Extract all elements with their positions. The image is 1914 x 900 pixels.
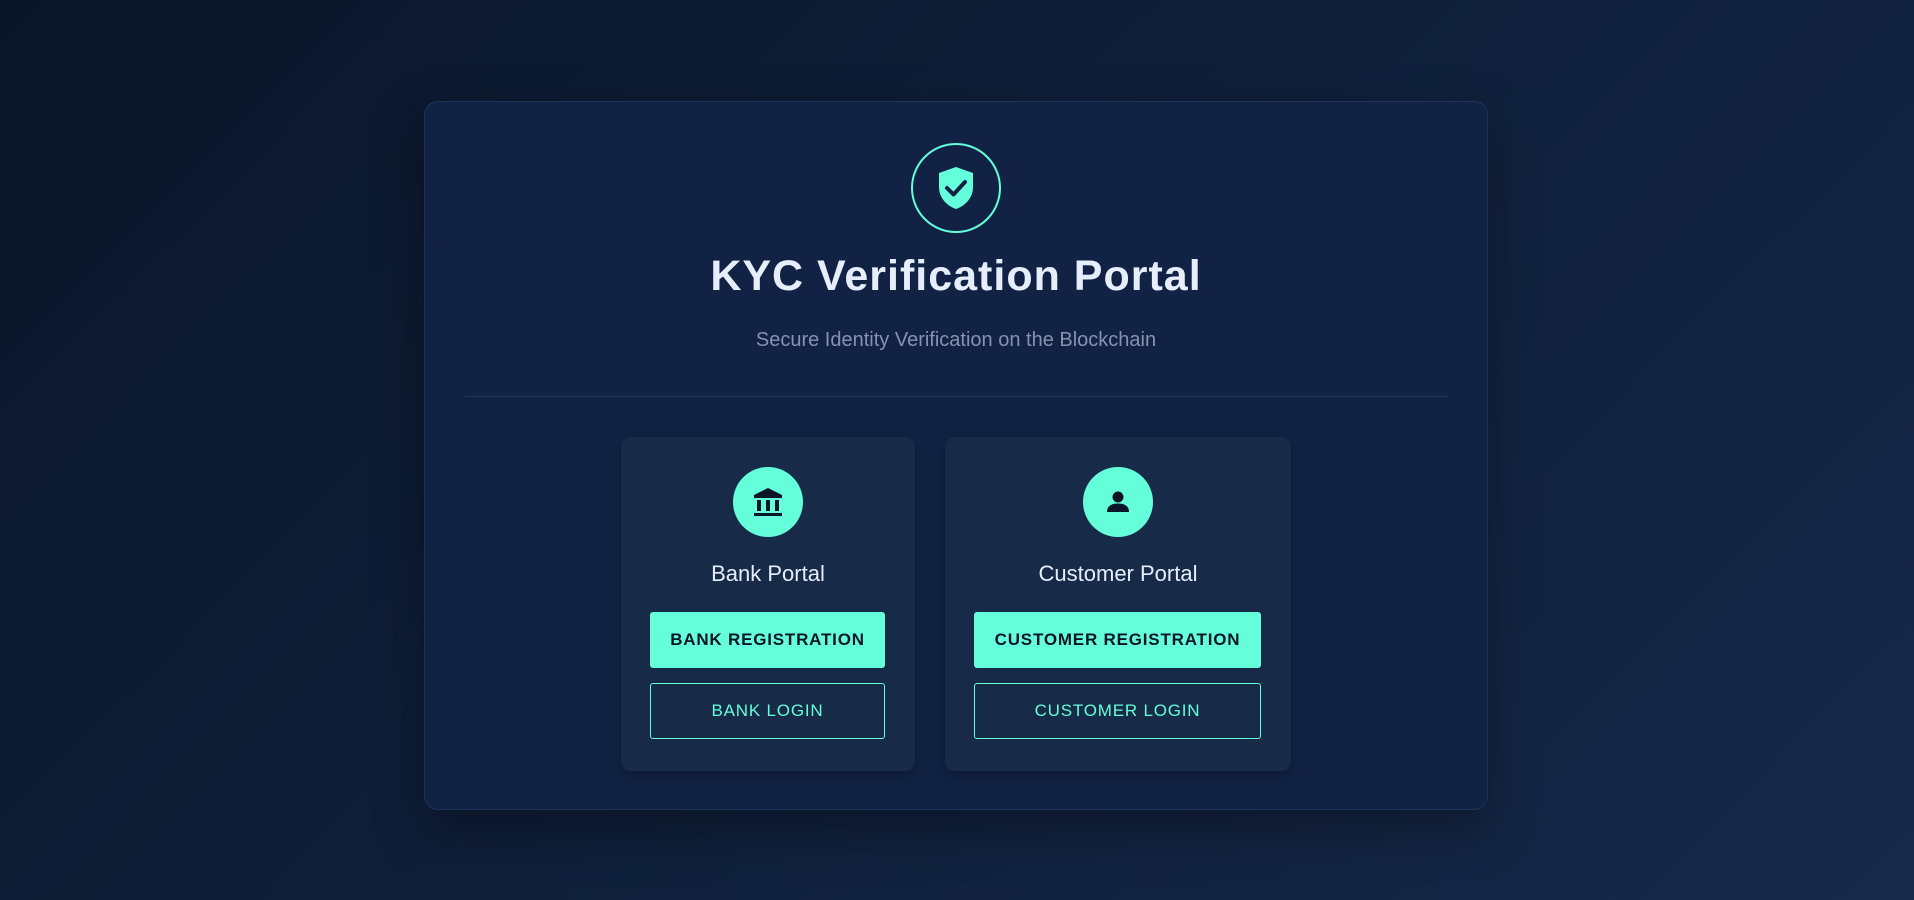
bank-portal-panel: Bank Portal BANK REGISTRATION BANK LOGIN — [621, 437, 915, 771]
portal-card: KYC Verification Portal Secure Identity … — [424, 101, 1488, 810]
bank-icon — [754, 488, 782, 516]
page-title: KYC Verification Portal — [710, 252, 1202, 300]
logo-badge — [911, 143, 1001, 233]
customer-portal-panel: Customer Portal CUSTOMER REGISTRATION CU… — [945, 437, 1291, 771]
shield-check-icon — [939, 167, 973, 209]
customer-login-button[interactable]: CUSTOMER LOGIN — [974, 683, 1261, 739]
divider — [465, 396, 1449, 397]
bank-registration-button[interactable]: BANK REGISTRATION — [650, 612, 885, 668]
bank-portal-title: Bank Portal — [711, 561, 825, 586]
page-subtitle: Secure Identity Verification on the Bloc… — [755, 329, 1157, 351]
user-icon — [1107, 491, 1129, 512]
user-icon-badge — [1083, 467, 1153, 537]
bank-login-button[interactable]: BANK LOGIN — [650, 683, 885, 739]
bank-icon-badge — [733, 467, 803, 537]
customer-registration-button[interactable]: CUSTOMER REGISTRATION — [974, 612, 1261, 668]
customer-portal-title: Customer Portal — [1038, 561, 1198, 586]
